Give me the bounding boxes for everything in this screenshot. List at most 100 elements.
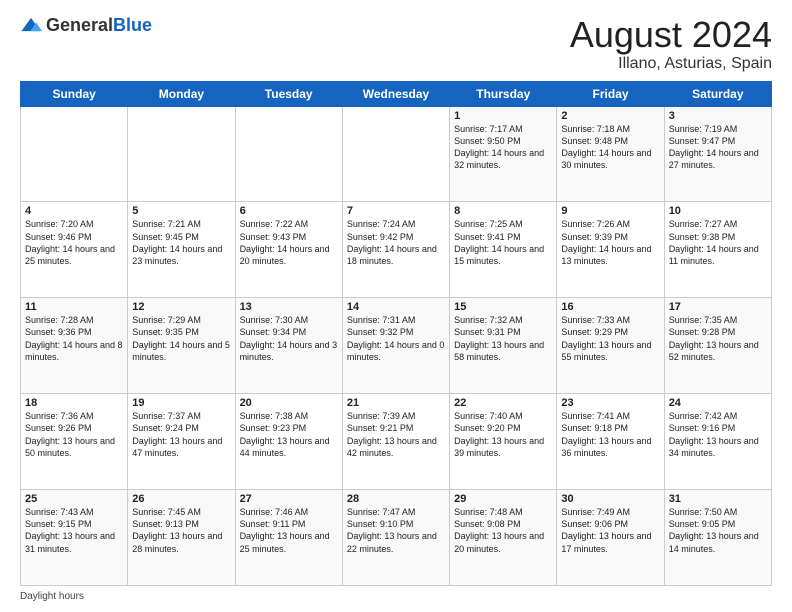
day-info: Sunrise: 7:38 AMSunset: 9:23 PMDaylight:… [240,410,338,459]
calendar-cell [21,106,128,202]
calendar-cell: 11Sunrise: 7:28 AMSunset: 9:36 PMDayligh… [21,298,128,394]
calendar-cell: 4Sunrise: 7:20 AMSunset: 9:46 PMDaylight… [21,202,128,298]
day-number: 1 [454,110,552,122]
day-number: 4 [25,205,123,217]
calendar-cell: 19Sunrise: 7:37 AMSunset: 9:24 PMDayligh… [128,394,235,490]
day-number: 18 [25,397,123,409]
day-info: Sunrise: 7:17 AMSunset: 9:50 PMDaylight:… [454,123,552,172]
day-info: Sunrise: 7:35 AMSunset: 9:28 PMDaylight:… [669,314,767,363]
title-area: August 2024 Illano, Asturias, Spain [570,15,772,73]
day-info: Sunrise: 7:32 AMSunset: 9:31 PMDaylight:… [454,314,552,363]
day-number: 3 [669,110,767,122]
location-title: Illano, Asturias, Spain [570,55,772,73]
col-monday: Monday [128,81,235,106]
calendar-cell: 12Sunrise: 7:29 AMSunset: 9:35 PMDayligh… [128,298,235,394]
day-number: 28 [347,493,445,505]
day-info: Sunrise: 7:43 AMSunset: 9:15 PMDaylight:… [25,506,123,555]
calendar-cell: 25Sunrise: 7:43 AMSunset: 9:15 PMDayligh… [21,490,128,586]
col-thursday: Thursday [450,81,557,106]
calendar-cell: 13Sunrise: 7:30 AMSunset: 9:34 PMDayligh… [235,298,342,394]
day-info: Sunrise: 7:28 AMSunset: 9:36 PMDaylight:… [25,314,123,363]
day-number: 17 [669,301,767,313]
day-number: 26 [132,493,230,505]
day-info: Sunrise: 7:49 AMSunset: 9:06 PMDaylight:… [561,506,659,555]
day-info: Sunrise: 7:29 AMSunset: 9:35 PMDaylight:… [132,314,230,363]
calendar-table: Sunday Monday Tuesday Wednesday Thursday… [20,81,772,586]
day-number: 20 [240,397,338,409]
day-number: 19 [132,397,230,409]
day-number: 10 [669,205,767,217]
calendar-week-1: 1Sunrise: 7:17 AMSunset: 9:50 PMDaylight… [21,106,772,202]
day-info: Sunrise: 7:21 AMSunset: 9:45 PMDaylight:… [132,218,230,267]
calendar-cell: 31Sunrise: 7:50 AMSunset: 9:05 PMDayligh… [664,490,771,586]
day-number: 8 [454,205,552,217]
calendar-cell: 20Sunrise: 7:38 AMSunset: 9:23 PMDayligh… [235,394,342,490]
day-info: Sunrise: 7:46 AMSunset: 9:11 PMDaylight:… [240,506,338,555]
col-tuesday: Tuesday [235,81,342,106]
day-number: 2 [561,110,659,122]
day-info: Sunrise: 7:24 AMSunset: 9:42 PMDaylight:… [347,218,445,267]
calendar-week-2: 4Sunrise: 7:20 AMSunset: 9:46 PMDaylight… [21,202,772,298]
day-info: Sunrise: 7:50 AMSunset: 9:05 PMDaylight:… [669,506,767,555]
day-info: Sunrise: 7:39 AMSunset: 9:21 PMDaylight:… [347,410,445,459]
calendar-header-row: Sunday Monday Tuesday Wednesday Thursday… [21,81,772,106]
calendar-cell [235,106,342,202]
day-info: Sunrise: 7:42 AMSunset: 9:16 PMDaylight:… [669,410,767,459]
footer-note: Daylight hours [20,591,772,602]
day-number: 16 [561,301,659,313]
day-info: Sunrise: 7:19 AMSunset: 9:47 PMDaylight:… [669,123,767,172]
calendar-cell [128,106,235,202]
calendar-cell: 14Sunrise: 7:31 AMSunset: 9:32 PMDayligh… [342,298,449,394]
day-number: 31 [669,493,767,505]
calendar-cell: 8Sunrise: 7:25 AMSunset: 9:41 PMDaylight… [450,202,557,298]
day-number: 25 [25,493,123,505]
day-info: Sunrise: 7:45 AMSunset: 9:13 PMDaylight:… [132,506,230,555]
day-info: Sunrise: 7:31 AMSunset: 9:32 PMDaylight:… [347,314,445,363]
day-number: 9 [561,205,659,217]
day-number: 29 [454,493,552,505]
day-number: 14 [347,301,445,313]
month-title: August 2024 [570,15,772,55]
col-wednesday: Wednesday [342,81,449,106]
col-saturday: Saturday [664,81,771,106]
calendar-cell: 30Sunrise: 7:49 AMSunset: 9:06 PMDayligh… [557,490,664,586]
day-info: Sunrise: 7:40 AMSunset: 9:20 PMDaylight:… [454,410,552,459]
logo-text-general: General [46,15,113,35]
day-info: Sunrise: 7:41 AMSunset: 9:18 PMDaylight:… [561,410,659,459]
day-number: 23 [561,397,659,409]
logo: GeneralBlue [20,15,152,37]
calendar-week-3: 11Sunrise: 7:28 AMSunset: 9:36 PMDayligh… [21,298,772,394]
calendar-cell: 17Sunrise: 7:35 AMSunset: 9:28 PMDayligh… [664,298,771,394]
day-info: Sunrise: 7:36 AMSunset: 9:26 PMDaylight:… [25,410,123,459]
day-info: Sunrise: 7:47 AMSunset: 9:10 PMDaylight:… [347,506,445,555]
day-number: 27 [240,493,338,505]
day-info: Sunrise: 7:33 AMSunset: 9:29 PMDaylight:… [561,314,659,363]
day-number: 13 [240,301,338,313]
calendar-cell: 1Sunrise: 7:17 AMSunset: 9:50 PMDaylight… [450,106,557,202]
day-info: Sunrise: 7:18 AMSunset: 9:48 PMDaylight:… [561,123,659,172]
calendar-cell: 22Sunrise: 7:40 AMSunset: 9:20 PMDayligh… [450,394,557,490]
calendar-cell: 3Sunrise: 7:19 AMSunset: 9:47 PMDaylight… [664,106,771,202]
day-number: 6 [240,205,338,217]
calendar-week-5: 25Sunrise: 7:43 AMSunset: 9:15 PMDayligh… [21,490,772,586]
calendar-cell: 16Sunrise: 7:33 AMSunset: 9:29 PMDayligh… [557,298,664,394]
logo-text-blue: Blue [113,15,152,35]
col-sunday: Sunday [21,81,128,106]
col-friday: Friday [557,81,664,106]
header: GeneralBlue August 2024 Illano, Asturias… [20,15,772,73]
day-number: 15 [454,301,552,313]
calendar-cell: 15Sunrise: 7:32 AMSunset: 9:31 PMDayligh… [450,298,557,394]
calendar-cell: 7Sunrise: 7:24 AMSunset: 9:42 PMDaylight… [342,202,449,298]
day-info: Sunrise: 7:37 AMSunset: 9:24 PMDaylight:… [132,410,230,459]
page: GeneralBlue August 2024 Illano, Asturias… [0,0,792,612]
day-number: 12 [132,301,230,313]
day-info: Sunrise: 7:26 AMSunset: 9:39 PMDaylight:… [561,218,659,267]
calendar-cell: 29Sunrise: 7:48 AMSunset: 9:08 PMDayligh… [450,490,557,586]
calendar-cell: 28Sunrise: 7:47 AMSunset: 9:10 PMDayligh… [342,490,449,586]
calendar-week-4: 18Sunrise: 7:36 AMSunset: 9:26 PMDayligh… [21,394,772,490]
day-info: Sunrise: 7:25 AMSunset: 9:41 PMDaylight:… [454,218,552,267]
calendar-cell: 9Sunrise: 7:26 AMSunset: 9:39 PMDaylight… [557,202,664,298]
day-number: 30 [561,493,659,505]
day-info: Sunrise: 7:20 AMSunset: 9:46 PMDaylight:… [25,218,123,267]
calendar-cell: 6Sunrise: 7:22 AMSunset: 9:43 PMDaylight… [235,202,342,298]
